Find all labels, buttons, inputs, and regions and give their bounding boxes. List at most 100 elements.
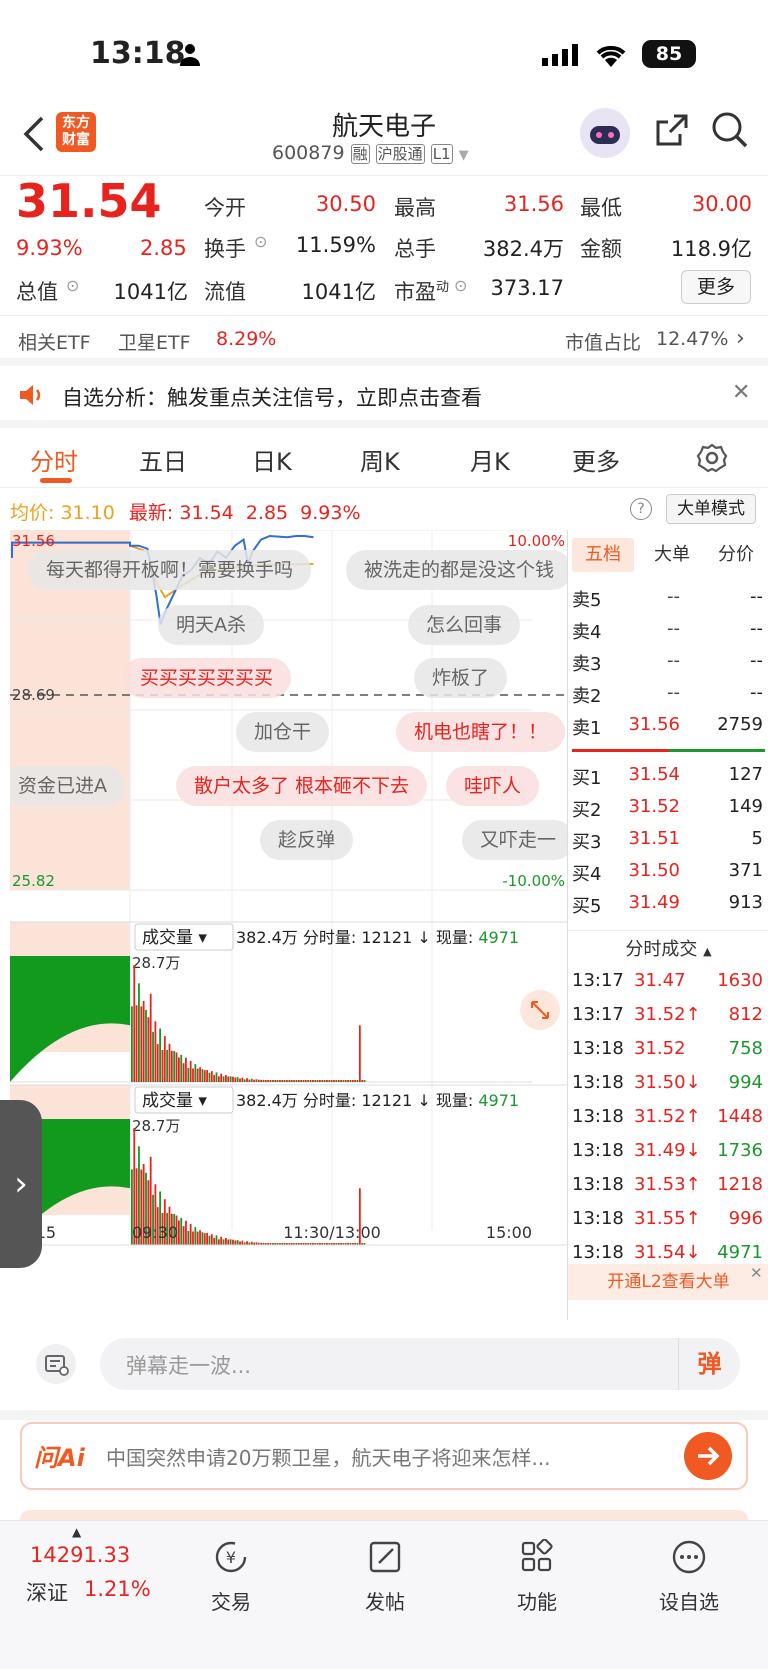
change-pct: 9.93% <box>16 236 83 260</box>
ob-level-label: 卖3 <box>572 654 602 675</box>
intraday-chart[interactable]: 31.56 28.69 25.82 10.00% -10.00% 成交量 ▾ 382.4万 … <box>10 530 567 1320</box>
side-drawer-handle[interactable]: › <box>0 1100 42 1268</box>
volume-bar <box>133 965 136 1082</box>
more-button[interactable]: 更多 <box>681 270 751 304</box>
trades-title[interactable]: 分时成交 ▲ <box>568 930 768 961</box>
chart-info-row: 均价: 31.10 最新: 31.54 2.85 9.93% <box>10 498 768 530</box>
tab-monthly-k[interactable]: 月K <box>470 442 510 477</box>
notice-bar[interactable]: 自选分析：触发重点关注信号，立即点击查看 ✕ <box>0 366 768 428</box>
tag-margin: 融 <box>350 144 370 164</box>
danmu-bubble[interactable]: 明天A杀 <box>158 605 264 645</box>
chevron-right-icon[interactable]: › <box>736 326 745 351</box>
nav-functions[interactable]: 功能 <box>482 1538 592 1615</box>
info-icon[interactable]: ⊙ <box>66 276 79 295</box>
danmu-bubble[interactable]: 被洗走的都是没这个钱 <box>346 550 567 590</box>
orderbook-tab-price[interactable]: 分价 <box>706 538 766 572</box>
search-icon[interactable] <box>710 110 750 154</box>
ob-level-label: 卖1 <box>572 718 602 739</box>
danmu-bubble[interactable]: 怎么回事 <box>408 605 521 645</box>
etf-bar[interactable]: 相关ETF 卫星ETF 8.29% 市值占比 12.47% › <box>0 316 768 366</box>
ob-volume: 371 <box>728 860 763 881</box>
volume-bar <box>241 1077 244 1082</box>
danmu-bubble[interactable]: 资金已进A <box>10 766 125 806</box>
tab-more[interactable]: 更多 <box>572 442 620 477</box>
danmu-bubble[interactable]: 机电也瞎了！！ <box>396 712 566 752</box>
volume-bar <box>170 1050 173 1082</box>
bid-row: 买4 31.50 371 <box>568 856 768 888</box>
ob-volume: -- <box>750 586 763 607</box>
nav-trade[interactable]: ¥ 交易 <box>176 1539 286 1615</box>
volume-bar <box>185 1057 187 1082</box>
danmu-bubble[interactable]: 每天都得开板啊！需要换手吗 <box>28 550 312 590</box>
index-value[interactable]: 14291.33 <box>30 1543 130 1567</box>
danmu-bubble[interactable]: 买买买买买买买 <box>122 658 292 698</box>
volume-bar <box>187 1068 190 1082</box>
trade-volume: 1736 <box>717 1140 763 1161</box>
volume-bar <box>349 1080 352 1082</box>
danmu-input[interactable]: 弹幕走一波... 弹 <box>100 1338 740 1390</box>
ob-price: 31.51 <box>628 828 680 849</box>
volume-bar <box>194 1227 197 1245</box>
trade-time: 13:18 <box>572 1208 624 1229</box>
close-icon[interactable]: ✕ <box>732 380 750 405</box>
tab-weekly-k[interactable]: 周K <box>360 442 400 477</box>
volume-bar <box>234 1240 237 1245</box>
info-icon[interactable]: ⊙ <box>254 232 267 251</box>
trade-row: 13:18 31.52↑ 1448 <box>568 1102 768 1134</box>
ob-volume: -- <box>750 618 763 639</box>
tab-five-day[interactable]: 五日 <box>139 442 187 477</box>
expand-icon[interactable] <box>520 990 560 1030</box>
trade-time: 13:18 <box>572 1072 624 1093</box>
ob-level-label: 卖5 <box>572 590 602 611</box>
grid-icon <box>521 1538 553 1572</box>
nav-post[interactable]: 发帖 <box>330 1539 440 1615</box>
big-order-mode-button[interactable]: 大单模式 <box>666 494 756 524</box>
share-icon[interactable] <box>652 110 692 154</box>
ai-question-bar[interactable]: 问Ai 中国突然申请20万颗卫星，航天电子将迎来怎样... <box>20 1422 748 1490</box>
etf-name[interactable]: 卫星ETF <box>118 328 191 355</box>
ob-level-label: 卖4 <box>572 622 602 643</box>
volume-bar <box>344 1080 347 1082</box>
robot-avatar-icon[interactable] <box>580 108 630 158</box>
info-icon[interactable]: ⊙ <box>454 276 467 295</box>
volume-bar <box>175 1052 178 1082</box>
volume-bar <box>323 1080 326 1082</box>
notice-text[interactable]: 自选分析：触发重点关注信号，立即点击查看 <box>62 382 482 412</box>
danmu-bubble[interactable]: 哇吓人 <box>446 766 540 806</box>
trade-price: 31.52 <box>634 1038 686 1059</box>
nav-post-label: 发帖 <box>365 1590 405 1614</box>
volume-bar <box>206 1070 208 1082</box>
nav-add-watchlist[interactable]: 设自选 <box>634 1539 744 1615</box>
chart-tabs: 分时 五日 日K 周K 月K 更多 <box>0 428 768 488</box>
volume-bar <box>335 1080 338 1082</box>
danmu-settings-icon[interactable] <box>36 1344 76 1384</box>
tab-intraday[interactable]: 分时 <box>30 442 78 477</box>
trade-volume: 996 <box>728 1208 763 1229</box>
danmu-bubble[interactable]: 加仓干 <box>236 712 330 752</box>
danmu-bubble[interactable]: 趁反弹 <box>260 820 354 860</box>
ai-question-text[interactable]: 中国突然申请20万颗卫星，航天电子将迎来怎样... <box>106 1442 551 1471</box>
danmu-send-button[interactable]: 弹 <box>678 1338 740 1390</box>
volume-bar <box>199 1230 201 1245</box>
volume-bar <box>234 1077 237 1082</box>
volume-bar <box>347 1080 349 1082</box>
x-tick: 15:00 <box>486 1223 532 1242</box>
trade-time: 13:18 <box>572 1038 624 1059</box>
ob-volume: 127 <box>728 764 763 785</box>
volume-bar <box>156 1044 159 1082</box>
orderbook-tab-five[interactable]: 五档 <box>572 538 634 572</box>
orderbook-tab-big[interactable]: 大单 <box>644 538 700 572</box>
danmu-bubble[interactable]: 散户太多了 根本砸不下去 <box>176 766 428 806</box>
nav-add-watchlist-label: 设自选 <box>659 1590 719 1614</box>
change-value: 2.85 <box>140 236 187 260</box>
arrow-right-icon[interactable] <box>684 1432 732 1480</box>
danmu-bubble[interactable]: 炸板了 <box>414 658 508 698</box>
caret-up-icon: ▲ <box>703 945 712 958</box>
dropdown-icon[interactable]: ▼ <box>459 148 469 163</box>
help-icon[interactable]: ? <box>630 498 652 520</box>
trade-row: 13:17 31.47 1630 <box>568 966 768 998</box>
gear-icon[interactable] <box>696 442 728 478</box>
tab-daily-k[interactable]: 日K <box>252 442 292 477</box>
danmu-bubble[interactable]: 又吓走一 <box>462 820 567 860</box>
open-label: 今开 <box>204 196 246 220</box>
